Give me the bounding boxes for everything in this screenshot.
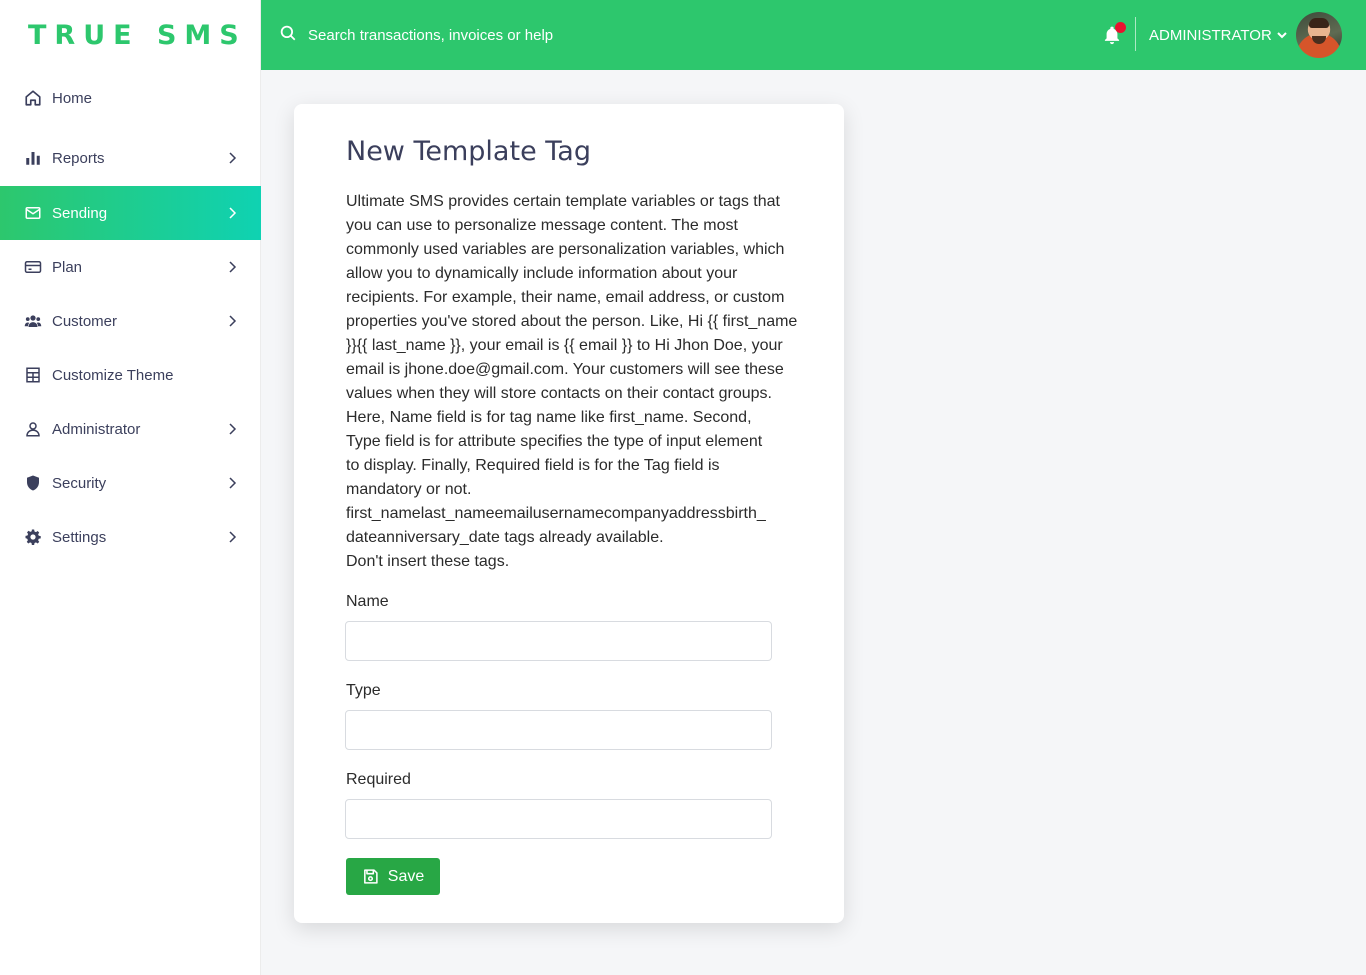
shield-icon	[24, 474, 42, 492]
description-line: you can use to personalize message conte…	[346, 217, 738, 234]
home-icon	[24, 89, 42, 107]
sidebar-item-reports[interactable]: Reports	[0, 131, 261, 185]
sidebar-item-label: Reports	[52, 149, 105, 167]
description-line: recipients. For example, their name, ema…	[346, 289, 785, 306]
user-menu[interactable]: ADMINISTRATOR	[1149, 0, 1342, 70]
sidebar-item-customer[interactable]: Customer	[0, 294, 261, 348]
description-line: mandatory or not.	[346, 481, 472, 498]
page-title: New Template Tag	[346, 136, 591, 167]
sidebar-item-settings[interactable]: Settings	[0, 510, 261, 564]
description-line: Don't insert these tags.	[346, 553, 510, 570]
description-line: properties you've stored about the perso…	[346, 313, 798, 330]
sidebar-item-label: Administrator	[52, 420, 141, 438]
topbar-divider	[1135, 17, 1136, 51]
description-line: }}{{ last_name }}, your email is {{ emai…	[346, 337, 783, 354]
avatar-beard	[1311, 36, 1326, 44]
description-line: commonly used variables are personalizat…	[346, 241, 785, 258]
description-line: to display. Finally, Required field is f…	[346, 457, 720, 474]
users-icon	[24, 312, 42, 330]
sidebar-item-plan[interactable]: Plan	[0, 240, 261, 294]
chevron-down-icon	[1277, 32, 1287, 39]
sidebar-item-label: Security	[52, 474, 107, 492]
description-line: Ultimate SMS provides certain template v…	[346, 193, 780, 210]
mail-icon	[24, 204, 42, 222]
sidebar-item-label: Plan	[52, 258, 83, 276]
sidebar-item-label: Customize Theme	[52, 366, 174, 384]
description-line: dateanniversary_date tags already availa…	[346, 529, 664, 546]
sidebar-item-sending[interactable]: Sending	[0, 186, 261, 240]
type-field[interactable]	[345, 710, 772, 750]
chevron-right-icon	[225, 314, 239, 328]
sidebar-item-label: Customer	[52, 312, 118, 330]
chevron-right-icon	[225, 476, 239, 490]
required-label: Required	[346, 771, 411, 788]
required-field[interactable]	[345, 799, 772, 839]
name-label: Name	[346, 593, 389, 610]
save-icon	[363, 869, 378, 884]
description-line: allow you to dynamically include informa…	[346, 265, 738, 282]
new-template-tag-card: New Template Tag Ultimate SMS provides c…	[294, 104, 844, 923]
search-input[interactable]	[306, 25, 666, 45]
sidebar-item-label: Home	[52, 89, 93, 107]
name-field[interactable]	[345, 621, 772, 661]
chevron-right-icon	[225, 206, 239, 220]
sidebar-item-label: Sending	[52, 204, 108, 222]
sidebar-item-label: Settings	[52, 528, 107, 546]
top-navbar: ADMINISTRATOR	[261, 0, 1366, 70]
description-line: first_namelast_nameemailusernamecompanya…	[346, 505, 766, 522]
credit-card-icon	[24, 258, 42, 276]
gear-icon	[24, 528, 42, 546]
sidebar-item-security[interactable]: Security	[0, 456, 261, 510]
avatar-hair	[1308, 18, 1329, 28]
description-line: Here, Name field is for tag name like fi…	[346, 409, 752, 426]
brand-name: TRUE SMS	[28, 19, 247, 51]
sidebar-item-home[interactable]: Home	[0, 71, 261, 125]
bar-chart-icon	[24, 149, 42, 167]
avatar[interactable]	[1295, 12, 1342, 58]
user-icon	[24, 420, 42, 438]
save-button[interactable]: Save	[346, 858, 440, 895]
sidebar-item-administrator[interactable]: Administrator	[0, 402, 261, 456]
notification-dot	[1115, 22, 1126, 33]
user-name: ADMINISTRATOR	[1149, 26, 1272, 44]
description-line: values when they will store contacts on …	[346, 385, 772, 402]
search-icon[interactable]	[279, 24, 297, 47]
save-button-label: Save	[387, 867, 425, 885]
chevron-right-icon	[225, 151, 239, 165]
chevron-right-icon	[225, 530, 239, 544]
search-bar	[279, 15, 679, 55]
type-label: Type	[346, 682, 381, 699]
sidebar: TRUE SMS Home Reports Sending Plan Custo…	[0, 0, 261, 975]
brand-logo[interactable]: TRUE SMS	[0, 0, 260, 70]
description-line: Type field is for attribute specifies th…	[346, 433, 763, 450]
sidebar-item-customize-theme[interactable]: Customize Theme	[0, 348, 261, 402]
grid-icon	[24, 366, 42, 384]
notifications-button[interactable]	[1102, 22, 1126, 46]
description: Ultimate SMS provides certain template v…	[346, 190, 806, 574]
description-line: email is jhone.doe@gmail.com. Your custo…	[346, 361, 784, 378]
chevron-right-icon	[225, 260, 239, 274]
chevron-right-icon	[225, 422, 239, 436]
